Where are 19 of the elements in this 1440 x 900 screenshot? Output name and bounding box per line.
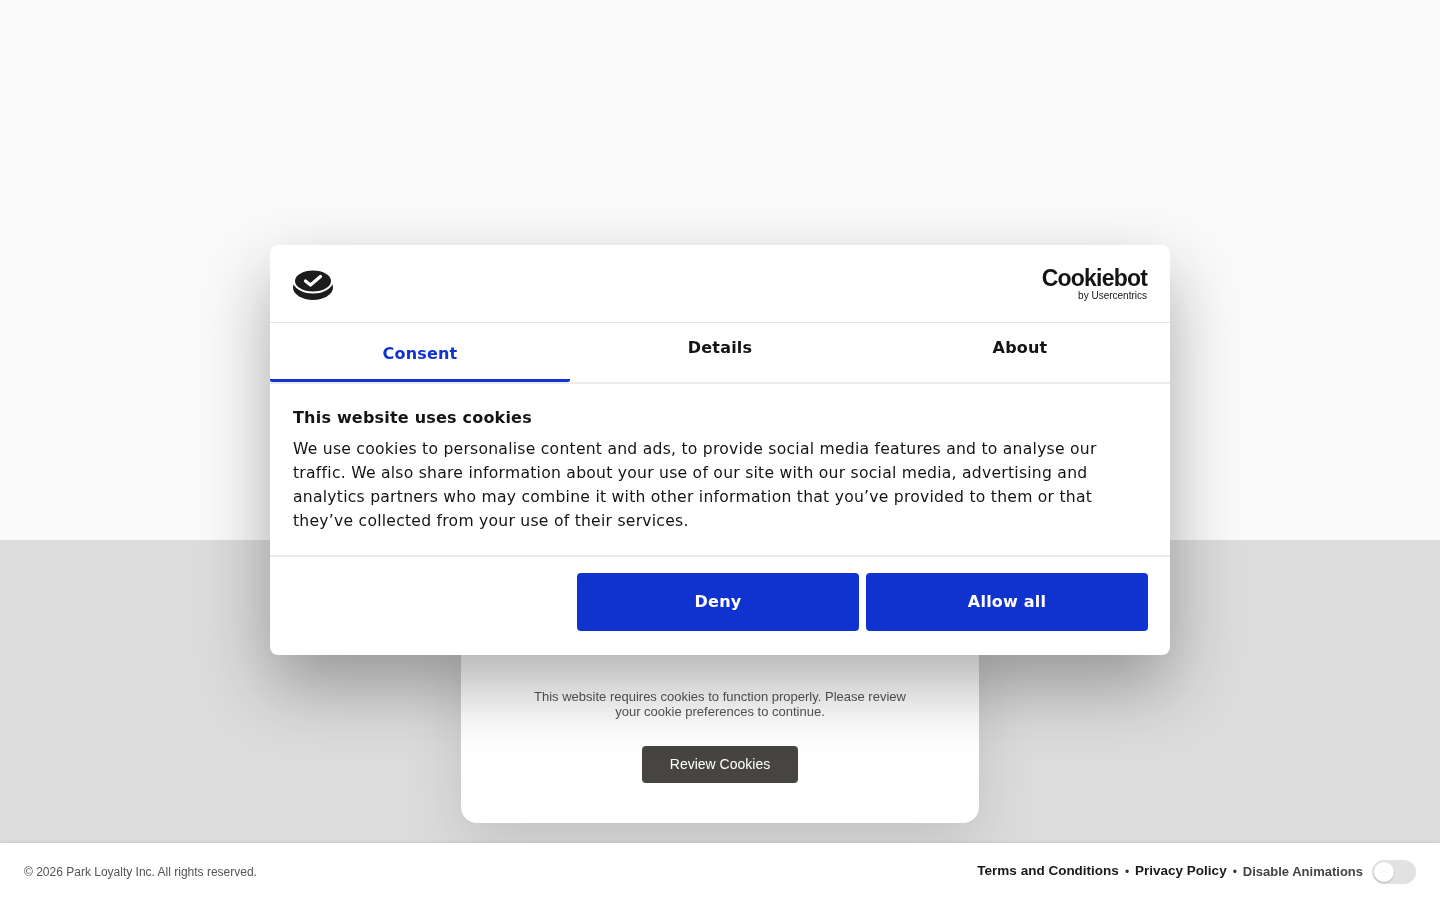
review-cookies-button[interactable]: Review Cookies: [642, 746, 798, 783]
brand-tagline: by Usercentrics: [1078, 289, 1147, 301]
dialog-title: This website uses cookies: [293, 407, 533, 429]
check-disc-icon: [293, 268, 333, 300]
toggle-switch[interactable]: [1372, 859, 1416, 884]
dialog-tab[interactable]: Details: [570, 323, 870, 382]
consent-button[interactable]: Allow all: [866, 573, 1148, 631]
dialog-description: We use cookies to personalise content and ads, to provide social media features and to analyse our traffic. We also share information about your use of our site with our social media, advertising and analytics partners who may combine it with other information that you’ve provided to them or that they’ve collected from your use of their services.: [293, 439, 1098, 532]
separator-dot: •: [1124, 863, 1130, 881]
consent-button[interactable]: Deny: [577, 573, 859, 631]
brand-name: Cookiebot: [1041, 266, 1147, 289]
footer-link[interactable]: Privacy Policy: [1135, 861, 1227, 882]
dialog-tab[interactable]: Consent: [270, 323, 570, 382]
footer-link[interactable]: Terms and Conditions: [977, 861, 1119, 882]
separator-dot: •: [1232, 863, 1237, 881]
toggle-label: Disable Animations: [1242, 862, 1363, 881]
copyright-text: © 2026 Park Loyalty Inc. All rights reserved.: [24, 863, 257, 881]
notice-text: This website requires cookies to function properly. Please review your cookie preferences to continue.: [533, 689, 907, 719]
dialog-tab[interactable]: About: [870, 323, 1170, 382]
